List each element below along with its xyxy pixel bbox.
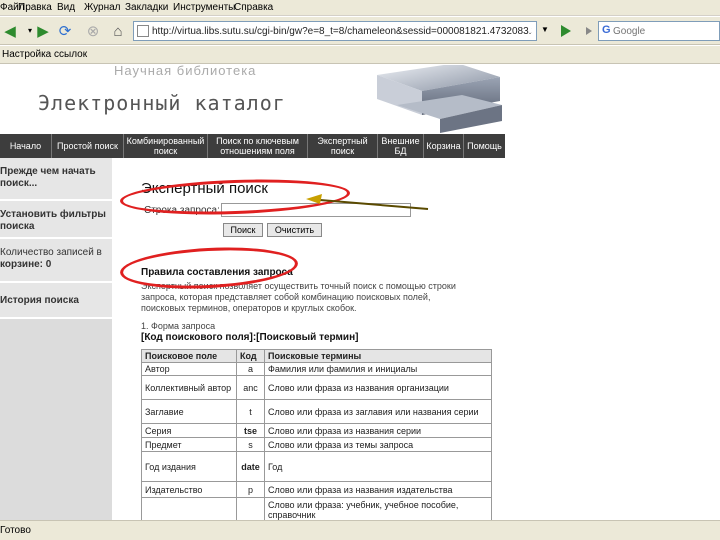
left-sidebar: Прежде чем начать поиск... Установить фи… (0, 158, 112, 520)
reload-icon[interactable]: ⟳ (55, 21, 75, 41)
nav-combined-search[interactable]: Комбинированный поиск (124, 134, 208, 158)
sidebar-item-label: История поиска (0, 295, 79, 306)
table-cell: p (236, 481, 265, 498)
table-cell: a (236, 362, 265, 376)
stop-icon[interactable]: ⊗ (83, 21, 103, 41)
browser-menubar: Файл Правка Вид Журнал Закладки Инструме… (0, 0, 720, 16)
top-navigation: Начало Простой поиск Комбинированный пои… (0, 134, 505, 158)
address-input[interactable] (152, 24, 532, 39)
table-cell: tse (236, 423, 265, 438)
sidebar-item-label: корзине: 0 (0, 259, 52, 270)
sidebar-item-history[interactable]: История поиска (0, 283, 112, 319)
nav-help[interactable]: Помощь (464, 134, 505, 158)
table-cell: Фамилия или фамилия и инициалы (264, 362, 492, 376)
table-cell: Слово или фраза из темы запроса (264, 437, 492, 452)
table-cell: Слово или фраза: учебник, учебное пособи… (264, 497, 492, 520)
table-header: Поисковые термины (264, 349, 492, 363)
search-input[interactable] (613, 24, 717, 39)
table-cell: anc (236, 375, 265, 400)
search-button[interactable]: Поиск (223, 223, 263, 237)
nav-external-db[interactable]: Внешние БД (378, 134, 424, 158)
status-text: Готово (0, 525, 31, 536)
search-bar[interactable]: G (598, 21, 720, 41)
table-row: Издательство p Слово или фраза из назван… (141, 481, 492, 498)
sidebar-item-label: поиск... (0, 178, 38, 189)
table-cell: Серия (141, 423, 237, 438)
bookmarks-toolbar: Настройка ссылок (0, 46, 720, 64)
google-icon: G (602, 24, 611, 36)
nav-home[interactable]: Начало (0, 134, 52, 158)
address-bar[interactable] (133, 21, 537, 41)
table-cell: Слово или фраза из названия серии (264, 423, 492, 438)
table-header-row: Поисковое поле Код Поисковые термины (141, 349, 492, 363)
form-syntax: [Код поискового поля]:[Поисковый термин] (141, 332, 359, 343)
sidebar-item-before-search[interactable]: Прежде чем начать поиск... (0, 158, 112, 201)
back-icon[interactable]: ◀ (0, 21, 20, 41)
table-cell: Заглавие (141, 399, 237, 424)
sidebar-item-cart-count[interactable]: Количество записей в корзине: 0 (0, 239, 112, 283)
menu-bookmarks[interactable]: Закладки (125, 2, 168, 13)
table-cell: Год издания (141, 451, 237, 482)
forward-icon[interactable]: ▶ (33, 21, 53, 41)
table-row: Предмет s Слово или фраза из темы запрос… (141, 437, 492, 452)
sidebar-item-label: Прежде чем начать (0, 166, 96, 177)
table-cell: Издательство (141, 481, 237, 498)
table-row: Автор a Фамилия или фамилия и инициалы (141, 362, 492, 376)
nav-cart[interactable]: Корзина (424, 134, 464, 158)
table-cell: s (236, 437, 265, 452)
sidebar-item-label: Установить фильтры (0, 209, 106, 220)
library-name: Научная библиотека (114, 65, 257, 78)
search-engine-icon[interactable] (583, 23, 595, 39)
table-cell: Слово или фраза из названия организации (264, 375, 492, 400)
table-cell: Предмет (141, 437, 237, 452)
menu-edit[interactable]: Правка (18, 2, 52, 13)
table-cell: Автор (141, 362, 237, 376)
sidebar-item-label: Количество записей в (0, 247, 102, 258)
table-row: Слово или фраза: учебник, учебное пособи… (141, 497, 492, 520)
table-row: Год издания date Год (141, 451, 492, 482)
sidebar-item-label: поиска (0, 221, 35, 232)
nav-keyword-search[interactable]: Поиск по ключевым отношениям поля (208, 134, 308, 158)
browser-toolbar: ◀ ▾ ▶ ⟳ ⊗ ⌂ ▼ G (0, 17, 720, 45)
table-cell: Слово или фраза из названия издательства (264, 481, 492, 498)
table-cell (141, 497, 237, 520)
address-dropdown-icon[interactable]: ▼ (541, 25, 549, 34)
status-bar: Готово (0, 520, 720, 540)
table-row: Коллективный автор anc Слово или фраза и… (141, 375, 492, 400)
form-label: 1. Форма запроса (141, 321, 216, 331)
bookmark-customize-links[interactable]: Настройка ссылок (2, 49, 87, 60)
catalog-title: Электронный каталог (38, 91, 286, 115)
page-content: Научная библиотека Электронный каталог Н… (0, 65, 720, 520)
clear-button[interactable]: Очистить (267, 223, 322, 237)
menu-tools[interactable]: Инструменты (173, 2, 235, 13)
table-row: Серия tse Слово или фраза из названия се… (141, 423, 492, 438)
table-cell: t (236, 399, 265, 424)
menu-view[interactable]: Вид (57, 2, 75, 13)
menu-history[interactable]: Журнал (84, 2, 121, 13)
table-cell: Слово или фраза из заглавия или названия… (264, 399, 492, 424)
go-icon[interactable] (556, 22, 574, 40)
sidebar-item-filters[interactable]: Установить фильтры поиска (0, 201, 112, 239)
nav-expert-search[interactable]: Экспертный поиск (308, 134, 378, 158)
search-fields-table: Поисковое поле Код Поисковые термины Авт… (141, 349, 492, 520)
table-row: Заглавие t Слово или фраза из заглавия и… (141, 399, 492, 424)
table-cell: Коллективный автор (141, 375, 237, 400)
books-logo (377, 65, 502, 133)
nav-simple-search[interactable]: Простой поиск (52, 134, 124, 158)
table-header: Код (236, 349, 265, 363)
table-cell: Год (264, 451, 492, 482)
table-cell: date (236, 451, 265, 482)
table-cell (236, 497, 265, 520)
home-icon[interactable]: ⌂ (108, 21, 128, 41)
table-header: Поисковое поле (141, 349, 237, 363)
menu-help[interactable]: Справка (234, 2, 273, 13)
page-icon (137, 25, 149, 37)
